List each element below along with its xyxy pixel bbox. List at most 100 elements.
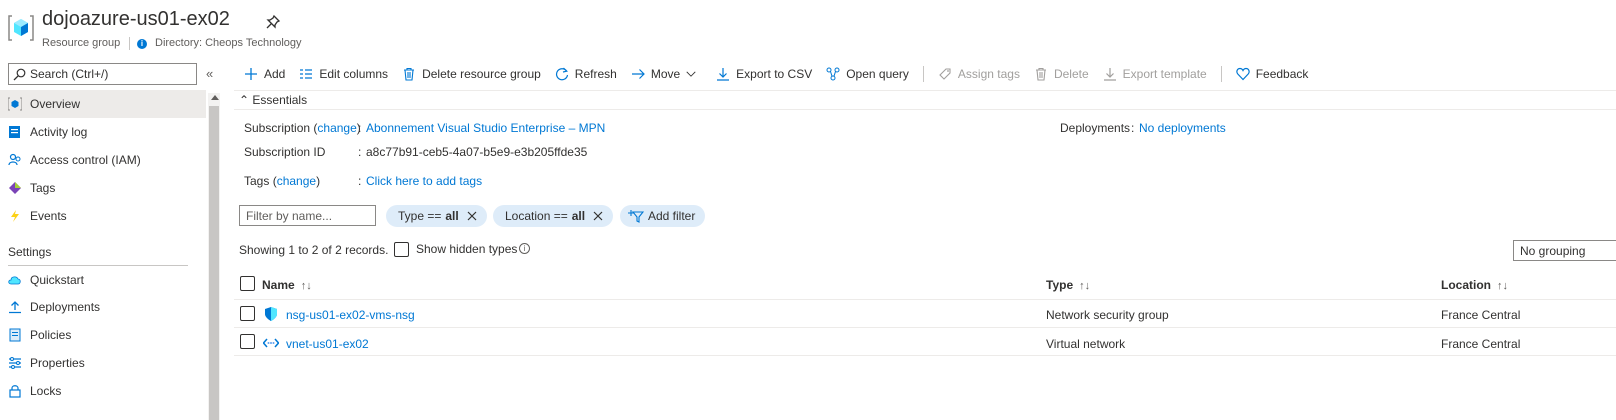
select-all-checkbox[interactable] [240, 276, 255, 291]
sidebar-item-properties[interactable]: Properties [0, 349, 206, 377]
add-filter-button[interactable]: Add filter [620, 205, 706, 227]
colon: : [358, 145, 362, 159]
export-template-button[interactable]: Export template [1103, 67, 1207, 81]
table-divider [234, 355, 1616, 356]
command-bar: Add Edit columns Delete resource group R… [244, 64, 1322, 84]
sidebar-item-label: Tags [30, 181, 56, 195]
resource-link-nsg[interactable]: nsg-us01-ex02-vms-nsg [286, 308, 415, 322]
sidebar-search[interactable] [8, 63, 197, 85]
plus-icon [245, 68, 257, 80]
essentials-toggle[interactable]: ⌃ Essentials [239, 93, 307, 107]
sidebar-item-label: Quickstart [30, 273, 85, 287]
info-icon[interactable]: i [519, 243, 530, 254]
change-tags-link[interactable]: change [277, 174, 316, 188]
resource-link-vnet[interactable]: vnet-us01-ex02 [286, 337, 369, 351]
shield-icon [263, 306, 279, 322]
toolbar-separator [922, 66, 924, 82]
sliders-icon [8, 356, 22, 370]
settings-section-heading: Settings [8, 245, 52, 259]
filter-by-name-input[interactable] [239, 205, 376, 226]
sidebar-item-label: Locks [30, 384, 62, 398]
lightning-icon [8, 209, 22, 223]
sidebar-item-label: Deployments [30, 300, 101, 314]
row-checkbox[interactable] [240, 334, 255, 349]
lock-icon [8, 384, 22, 398]
search-input[interactable] [30, 67, 190, 81]
records-count: Showing 1 to 2 of 2 records. [239, 243, 389, 257]
sort-icon: ↑↓ [300, 280, 312, 292]
header-divider [129, 37, 130, 50]
sidebar-item-deployments[interactable]: Deployments [0, 293, 206, 321]
subscription-link[interactable]: Abonnement Visual Studio Enterprise – MP… [366, 121, 605, 135]
row-checkbox[interactable] [240, 306, 255, 321]
deployments-label: Deployments [1060, 121, 1131, 135]
info-icon: i [137, 39, 147, 49]
query-icon [826, 67, 840, 81]
add-filter-icon [628, 210, 644, 223]
toolbar-separator [1220, 66, 1222, 82]
tags-label: Tags (change) [244, 174, 321, 188]
delete-button[interactable]: Delete [1034, 67, 1089, 81]
sidebar-item-label: Properties [30, 356, 85, 370]
columns-icon [300, 69, 313, 79]
refresh-icon [555, 67, 568, 81]
export-csv-button[interactable]: Export to CSV [716, 67, 812, 81]
sidebar-item-label: Overview [30, 97, 81, 111]
colon: : [358, 174, 362, 188]
grouping-select[interactable]: No grouping [1513, 240, 1616, 261]
edit-columns-button[interactable]: Edit columns [299, 67, 388, 81]
sidebar-item-activity-log[interactable]: Activity log [0, 118, 206, 146]
refresh-button[interactable]: Refresh [555, 67, 617, 81]
sidebar-item-label: Access control (IAM) [30, 153, 141, 167]
open-query-button[interactable]: Open query [826, 67, 909, 81]
pin-icon[interactable] [265, 14, 281, 30]
location-filter-pill[interactable]: Location == all [493, 205, 614, 227]
resource-type: Network security group [1046, 308, 1169, 322]
download-icon [1103, 68, 1116, 81]
resource-group-icon [8, 97, 22, 111]
trash-icon [404, 67, 415, 81]
change-subscription-link[interactable]: change [317, 121, 356, 135]
page-title: dojoazure-us01-ex02 [42, 8, 230, 30]
sidebar-item-access-control[interactable]: Access control (IAM) [0, 146, 206, 174]
scrollbar-thumb[interactable] [209, 106, 219, 420]
assign-tags-button[interactable]: Assign tags [938, 67, 1020, 81]
type-filter-pill[interactable]: Type == all [386, 205, 487, 227]
sidebar-item-label: Activity log [30, 125, 88, 139]
move-button[interactable]: Move [631, 67, 702, 81]
deployments-link[interactable]: No deployments [1139, 121, 1226, 135]
sidebar-item-label: Events [30, 209, 67, 223]
collapse-sidebar-button[interactable]: « [206, 66, 213, 81]
subscription-label: Subscription (change) [244, 121, 361, 135]
column-header-type[interactable]: Type ↑↓ [1046, 278, 1090, 292]
column-header-name[interactable]: Name ↑↓ [262, 278, 312, 292]
download-icon [717, 68, 730, 81]
resource-type-label: Resource group [42, 37, 121, 49]
cloud-icon [8, 273, 22, 287]
tag-icon [8, 181, 22, 195]
sidebar-item-overview[interactable]: Overview [0, 90, 206, 118]
add-button[interactable]: Add [244, 67, 285, 81]
divider [234, 90, 1616, 91]
sidebar-item-quickstart[interactable]: Quickstart [0, 266, 206, 294]
vnet-icon [262, 335, 280, 351]
sidebar-item-tags[interactable]: Tags [0, 174, 206, 202]
table-divider [234, 327, 1616, 328]
show-hidden-types-checkbox[interactable] [394, 242, 409, 257]
sidebar-item-policies[interactable]: Policies [0, 321, 206, 349]
delete-resource-group-button[interactable]: Delete resource group [402, 67, 541, 81]
close-icon[interactable] [593, 211, 603, 221]
close-icon[interactable] [467, 211, 477, 221]
column-header-location[interactable]: Location ↑↓ [1441, 278, 1508, 292]
sidebar-item-locks[interactable]: Locks [0, 377, 206, 405]
add-tags-link[interactable]: Click here to add tags [366, 174, 482, 188]
scroll-up-arrow-icon[interactable] [211, 95, 219, 100]
heart-icon [1236, 67, 1250, 81]
show-hidden-types-label: Show hidden types [416, 242, 518, 256]
policy-icon [8, 328, 22, 342]
feedback-button[interactable]: Feedback [1236, 67, 1308, 81]
sidebar-item-events[interactable]: Events [0, 202, 206, 230]
colon: : [1131, 121, 1135, 135]
sort-icon: ↑↓ [1497, 280, 1508, 292]
subscription-id-label: Subscription ID [244, 145, 326, 159]
